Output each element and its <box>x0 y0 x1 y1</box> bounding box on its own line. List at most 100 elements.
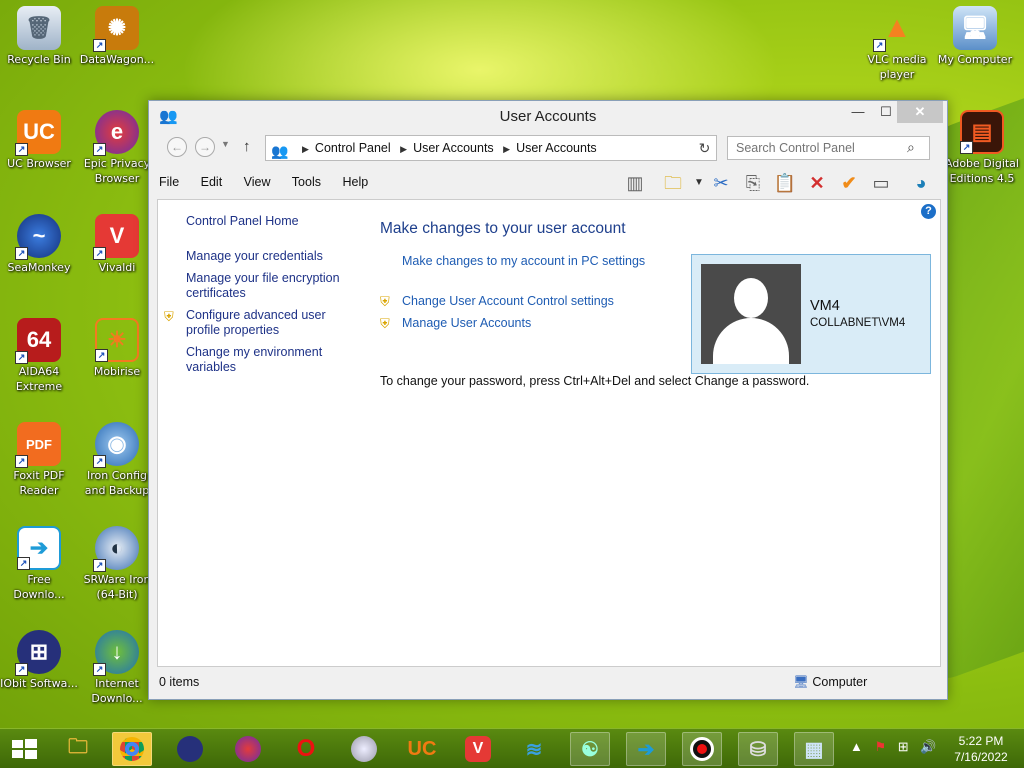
desktop-icon-iobit[interactable]: ⊞ ↗ IObit Softwa... <box>0 630 78 691</box>
gitkraken-taskbar-icon[interactable]: ☯ <box>570 732 610 766</box>
title-bar[interactable]: 👥 User Accounts — ☐ ✕ <box>149 101 947 131</box>
menu-tools[interactable]: Tools <box>292 175 321 189</box>
opera-taskbar-icon[interactable]: O <box>286 732 326 766</box>
folder-options-icon[interactable]: 🗀 <box>659 169 687 197</box>
file-explorer-taskbar-icon[interactable]: 🗀 <box>58 732 98 766</box>
menu-edit[interactable]: Edit <box>201 175 223 189</box>
epic-taskbar-icon[interactable] <box>228 732 268 766</box>
datawagon-icon: ✺ ↗ <box>93 6 139 52</box>
desktop-icon-vlc[interactable]: ▲ ↗ VLC media player <box>858 6 936 82</box>
volume-icon[interactable]: 🔊 <box>920 739 936 754</box>
delete-icon[interactable]: ✕ <box>803 169 831 197</box>
desktop-icon-foxit[interactable]: PDF ↗ Foxit PDF Reader <box>0 422 78 498</box>
close-button[interactable]: ✕ <box>897 101 943 123</box>
desktop-icon-recycle-bin[interactable]: 🗑 Recycle Bin <box>0 6 78 67</box>
action-center-flag-icon[interactable]: ⚑ <box>875 739 887 754</box>
computer-icon: 🖥 <box>953 6 997 50</box>
navigation-bar: ← → ▼ ↑ 👥 ▶ Control Panel ▶ User Accounts … <box>157 134 939 162</box>
clock[interactable]: 5:22 PM 7/16/2022 <box>944 733 1018 765</box>
free-download-taskbar-icon[interactable]: ➔ <box>626 732 666 766</box>
address-bar[interactable]: 👥 ▶ Control Panel ▶ User Accounts ▶ User Ac… <box>265 135 711 161</box>
control-panel-taskbar-icon[interactable]: ▦ <box>794 732 834 766</box>
breadcrumb-control-panel[interactable]: Control Panel <box>315 141 391 155</box>
status-location: 🖥 Computer <box>793 675 868 689</box>
layout-pane-icon[interactable]: ▥ <box>621 169 649 197</box>
user-domain: COLLABNET\VM4 <box>810 317 906 329</box>
adobe-digital-editions-icon: ▤ ↗ <box>960 110 1004 154</box>
desktop-icon-seamonkey[interactable]: ~ ↗ SeaMonkey <box>0 214 78 275</box>
show-hidden-icons-icon[interactable]: ▲ <box>850 739 863 754</box>
search-icon[interactable]: ⌕ <box>907 139 915 156</box>
srware-iron-icon: ◐ ↗ <box>93 526 139 572</box>
cut-icon[interactable]: ✂ <box>707 169 735 197</box>
desktop-icon-vivaldi[interactable]: V ↗ Vivaldi <box>78 214 156 275</box>
desktop-icon-mobirise[interactable]: ☀ ↗ Mobirise <box>78 318 156 379</box>
menu-bar: File Edit View Tools Help <box>159 175 386 189</box>
breadcrumb-user-accounts-current[interactable]: User Accounts <box>516 141 597 155</box>
window-title: User Accounts <box>499 108 597 125</box>
user-avatar[interactable] <box>701 264 801 364</box>
up-arrow-icon[interactable]: ↑ <box>243 138 251 155</box>
iron-config-icon: ◉ ↗ <box>93 422 139 468</box>
foxit-pdf-icon: PDF ↗ <box>15 422 61 468</box>
paste-icon[interactable]: 📋 <box>771 169 799 197</box>
status-bar: 0 items 🖥 Computer <box>157 671 941 693</box>
desktop-icon-aida64[interactable]: 64 ↗ AIDA64 Extreme <box>0 318 78 394</box>
computer-icon: 🖥 <box>793 675 809 689</box>
desktop-icon-iron-config[interactable]: ◉ ↗ Iron Config and Backup <box>78 422 156 498</box>
help-icon[interactable]: ? <box>921 204 936 219</box>
uc-browser-icon: UC ↗ <box>15 110 61 156</box>
uac-shield-icon: ⛨ <box>164 309 174 324</box>
desktop-icon-free-download[interactable]: ➔ ↗ Free Downlo... <box>0 526 78 602</box>
rename-icon[interactable]: ▭ <box>867 169 895 197</box>
breadcrumb-separator-icon: ▶ <box>302 144 309 154</box>
manage-credentials-link[interactable]: Manage your credentials <box>158 249 358 264</box>
menu-help[interactable]: Help <box>342 175 368 189</box>
uc-browser-taskbar-icon[interactable]: UC <box>402 732 442 766</box>
control-panel-home-link[interactable]: Control Panel Home <box>158 214 358 229</box>
recent-pages-dropdown-icon[interactable]: ▼ <box>221 139 230 149</box>
srware-taskbar-icon[interactable] <box>344 732 384 766</box>
disk-cleanup-taskbar-icon[interactable]: ⛁ <box>738 732 778 766</box>
copy-icon[interactable]: ⎘ <box>739 169 767 197</box>
vlc-cone-icon: ▲ ↗ <box>873 6 919 52</box>
desktop-icon-uc-browser[interactable]: UC ↗ UC Browser <box>0 110 78 171</box>
forward-button[interactable]: → <box>195 137 215 157</box>
stack-app-taskbar-icon[interactable]: ≋ <box>514 732 554 766</box>
breadcrumb-user-accounts[interactable]: User Accounts <box>413 141 494 155</box>
properties-check-icon[interactable]: ✔ <box>835 169 863 197</box>
system-tray: ▲ ⚑ ⊞ 🔊 <box>850 739 945 755</box>
page-heading: Make changes to your user account <box>380 220 626 237</box>
network-icon[interactable]: ⊞ <box>898 739 909 754</box>
menu-file[interactable]: File <box>159 175 179 189</box>
left-navigation: Control Panel Home Manage your credentia… <box>158 200 358 382</box>
refresh-button[interactable]: ↻ <box>693 135 717 161</box>
desktop-icon-idm[interactable]: ↓ ↗ Internet Downlo... <box>78 630 156 706</box>
desktop-icon-adobe-de[interactable]: ▤ ↗ Adobe Digital Editions 4.5 <box>940 110 1024 186</box>
globe-icon[interactable]: ◕ <box>907 169 935 197</box>
vivaldi-taskbar-icon[interactable]: V <box>458 732 498 766</box>
control-panel-icon: 👥 <box>271 143 289 159</box>
aida64-icon: 64 ↗ <box>15 318 61 364</box>
desktop-icon-my-computer[interactable]: 🖥 My Computer <box>936 6 1014 67</box>
start-button[interactable] <box>0 729 48 768</box>
uac-shield-icon: ⛨ <box>380 294 390 309</box>
user-name: VM4 <box>810 298 840 314</box>
search-input[interactable] <box>727 136 930 160</box>
menu-view[interactable]: View <box>244 175 271 189</box>
desktop-icon-srware-iron[interactable]: ◐ ↗ SRWare Iron (64-Bit) <box>78 526 156 602</box>
breadcrumb-separator-icon: ▶ <box>400 144 408 154</box>
taskbar: 🗀 O UC V ≋ ☯ ➔ ⛁ ▦ ▲ ⚑ ⊞ 🔊 5:22 PM 7/16/… <box>0 728 1024 768</box>
configure-profile-properties-link[interactable]: ⛨ Configure advanced user profile propert… <box>158 308 358 338</box>
seamonkey-icon: ~ ↗ <box>15 214 61 260</box>
iobit-taskbar-icon[interactable] <box>170 732 210 766</box>
clock-time: 5:22 PM <box>958 734 1004 748</box>
recorder-taskbar-icon[interactable] <box>682 732 722 766</box>
back-button[interactable]: ← <box>167 137 187 157</box>
manage-encryption-certificates-link[interactable]: Manage your file encryption certificates <box>158 271 358 301</box>
environment-variables-link[interactable]: Change my environment variables <box>158 345 358 375</box>
desktop-icon-datawagon[interactable]: ✺ ↗ DataWagon... <box>78 6 156 67</box>
chrome-taskbar-icon[interactable] <box>112 732 152 766</box>
uac-shield-icon: ⛨ <box>380 316 390 331</box>
desktop-icon-epic-browser[interactable]: e ↗ Epic Privacy Browser <box>78 110 156 186</box>
